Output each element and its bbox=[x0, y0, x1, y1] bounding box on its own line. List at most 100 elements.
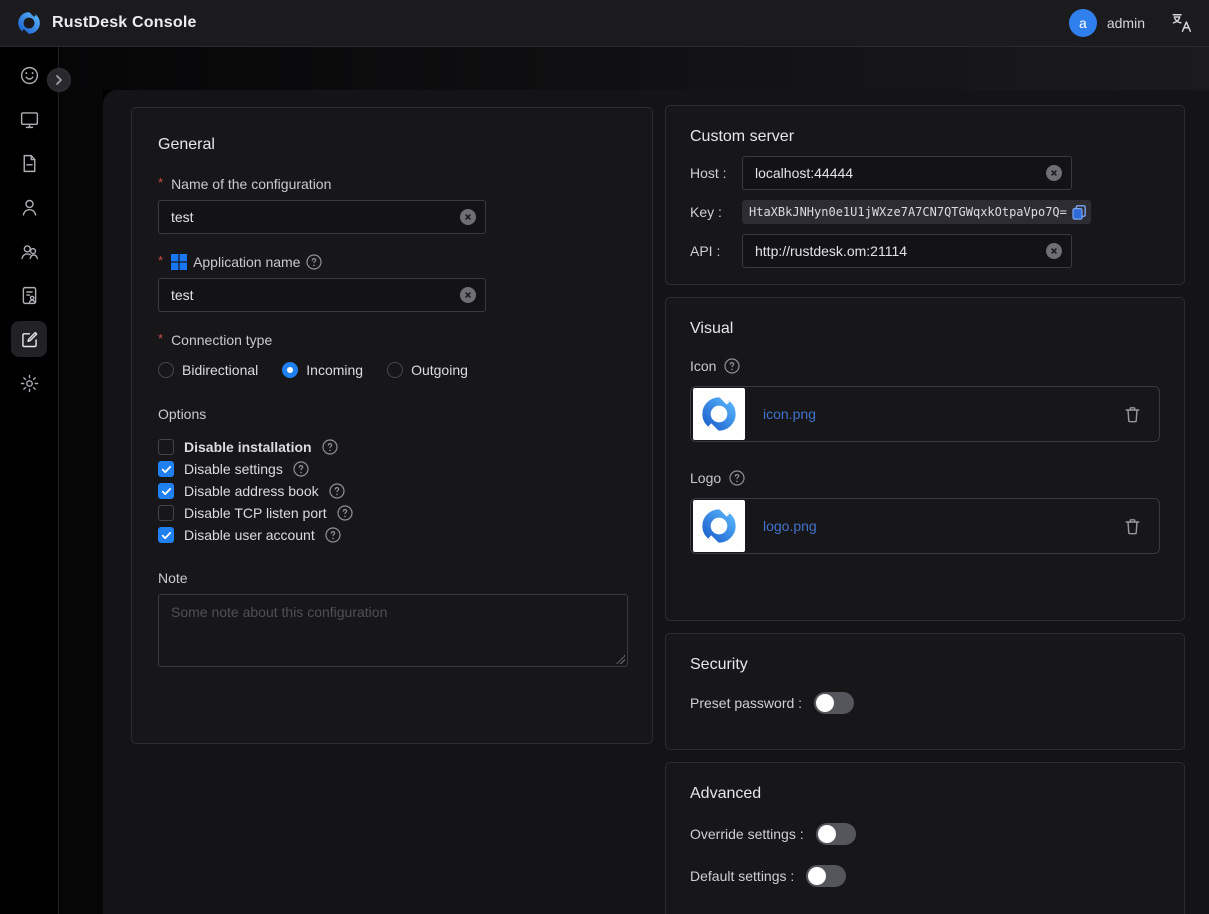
help-icon[interactable] bbox=[293, 461, 309, 477]
connection-type-group: Bidirectional Incoming Outgoing bbox=[158, 362, 626, 378]
host-input[interactable] bbox=[742, 156, 1072, 190]
checkbox-unchecked[interactable] bbox=[158, 439, 174, 455]
api-field bbox=[742, 234, 1072, 268]
app-name-label: * Application name bbox=[158, 254, 626, 270]
rustdesk-logo-icon bbox=[699, 506, 739, 546]
trash-icon[interactable] bbox=[1124, 406, 1141, 423]
sidebar-item-users[interactable] bbox=[7, 185, 51, 229]
help-icon[interactable] bbox=[729, 470, 745, 486]
rustdesk-logo-icon bbox=[16, 10, 42, 36]
custom-server-title: Custom server bbox=[690, 128, 1160, 146]
content-container: General * Name of the configuration * Ap… bbox=[103, 90, 1209, 914]
checkbox-unchecked[interactable] bbox=[158, 505, 174, 521]
windows-icon bbox=[171, 254, 187, 270]
host-field bbox=[742, 156, 1072, 190]
trash-icon[interactable] bbox=[1124, 518, 1141, 535]
note-field bbox=[158, 594, 628, 667]
icon-file-row: icon.png bbox=[690, 386, 1160, 442]
config-name-label: * Name of the configuration bbox=[158, 176, 626, 192]
advanced-card: Advanced Override settings : Default set… bbox=[665, 762, 1185, 914]
host-label: Host : bbox=[690, 165, 742, 181]
connection-type-label: * Connection type bbox=[158, 332, 626, 348]
required-marker: * bbox=[158, 331, 163, 346]
clear-icon[interactable] bbox=[1046, 243, 1062, 259]
icon-file-thumbnail bbox=[693, 388, 745, 440]
sidebar-expand-button[interactable] bbox=[47, 68, 71, 92]
option-disable-tcp-listen-port[interactable]: Disable TCP listen port bbox=[158, 502, 626, 524]
sidebar-item-settings[interactable] bbox=[7, 361, 51, 405]
sidebar-item-dashboard[interactable] bbox=[7, 53, 51, 97]
clear-icon[interactable] bbox=[460, 209, 476, 225]
default-settings-row: Default settings : bbox=[690, 865, 1160, 887]
preset-password-toggle[interactable] bbox=[814, 692, 854, 714]
help-icon[interactable] bbox=[337, 505, 353, 521]
api-input[interactable] bbox=[742, 234, 1072, 268]
radio-circle[interactable] bbox=[387, 362, 403, 378]
help-icon[interactable] bbox=[322, 439, 338, 455]
option-disable-user-account[interactable]: Disable user account bbox=[158, 524, 626, 546]
copy-icon[interactable] bbox=[1071, 204, 1087, 220]
rustdesk-logo-icon bbox=[699, 394, 739, 434]
security-title: Security bbox=[690, 656, 1160, 674]
security-card: Security Preset password : bbox=[665, 633, 1185, 750]
checkbox-checked[interactable] bbox=[158, 461, 174, 477]
checkbox-checked[interactable] bbox=[158, 483, 174, 499]
required-marker: * bbox=[158, 175, 163, 190]
sidebar-item-groups[interactable] bbox=[7, 229, 51, 273]
visual-card: Visual Icon icon.png Logo bbox=[665, 297, 1185, 621]
app-name-input[interactable] bbox=[158, 278, 486, 312]
language-switch-icon[interactable] bbox=[1171, 12, 1193, 34]
config-name-input[interactable] bbox=[158, 200, 486, 234]
default-settings-toggle[interactable] bbox=[806, 865, 846, 887]
override-settings-row: Override settings : bbox=[690, 823, 1160, 845]
left-column: General * Name of the configuration * Ap… bbox=[131, 105, 653, 744]
option-disable-settings[interactable]: Disable settings bbox=[158, 458, 626, 480]
options-label: Options bbox=[158, 406, 626, 422]
preset-password-row: Preset password : bbox=[690, 692, 1160, 714]
radio-circle-selected[interactable] bbox=[282, 362, 298, 378]
help-icon[interactable] bbox=[306, 254, 322, 270]
username[interactable]: admin bbox=[1107, 15, 1145, 31]
top-band bbox=[59, 47, 1209, 90]
radio-incoming[interactable]: Incoming bbox=[282, 362, 363, 378]
general-card: General * Name of the configuration * Ap… bbox=[131, 107, 653, 744]
preset-password-label: Preset password : bbox=[690, 695, 802, 711]
checkbox-checked[interactable] bbox=[158, 527, 174, 543]
clear-icon[interactable] bbox=[1046, 165, 1062, 181]
sidebar-item-devices[interactable] bbox=[7, 97, 51, 141]
help-icon[interactable] bbox=[325, 527, 341, 543]
radio-outgoing[interactable]: Outgoing bbox=[387, 362, 468, 378]
brand: RustDesk Console bbox=[16, 10, 197, 36]
sidebar-item-audit[interactable] bbox=[7, 273, 51, 317]
icon-label: Icon bbox=[690, 358, 1160, 374]
help-icon[interactable] bbox=[329, 483, 345, 499]
left-gutter bbox=[59, 90, 103, 914]
right-column: Custom server Host : Key : HtaXBkJNHyn0e… bbox=[665, 105, 1185, 914]
clear-icon[interactable] bbox=[460, 287, 476, 303]
sidebar-item-custom-client[interactable] bbox=[7, 317, 51, 361]
override-settings-toggle[interactable] bbox=[816, 823, 856, 845]
sidebar-item-documents[interactable] bbox=[7, 141, 51, 185]
option-disable-installation[interactable]: Disable installation bbox=[158, 436, 626, 458]
app-header: RustDesk Console a admin bbox=[0, 0, 1209, 47]
note-textarea[interactable] bbox=[158, 594, 628, 667]
advanced-title: Advanced bbox=[690, 785, 1160, 803]
logo-file-row: logo.png bbox=[690, 498, 1160, 554]
user-group-icon bbox=[11, 233, 47, 269]
user-avatar[interactable]: a bbox=[1069, 9, 1097, 37]
user-icon bbox=[11, 189, 47, 225]
icon-file-link[interactable]: icon.png bbox=[763, 406, 816, 422]
note-label: Note bbox=[158, 570, 626, 586]
help-icon[interactable] bbox=[724, 358, 740, 374]
visual-title: Visual bbox=[690, 320, 1160, 338]
host-row: Host : bbox=[690, 156, 1160, 190]
option-disable-address-book[interactable]: Disable address book bbox=[158, 480, 626, 502]
audit-log-icon bbox=[11, 277, 47, 313]
api-label: API : bbox=[690, 243, 742, 259]
key-value: HtaXBkJNHyn0e1U1jWXze7A7CN7QTGWqxkOtpaVp… bbox=[749, 205, 1067, 219]
radio-bidirectional[interactable]: Bidirectional bbox=[158, 362, 258, 378]
key-label: Key : bbox=[690, 204, 742, 220]
logo-file-link[interactable]: logo.png bbox=[763, 518, 817, 534]
sidebar bbox=[0, 47, 59, 914]
radio-circle[interactable] bbox=[158, 362, 174, 378]
